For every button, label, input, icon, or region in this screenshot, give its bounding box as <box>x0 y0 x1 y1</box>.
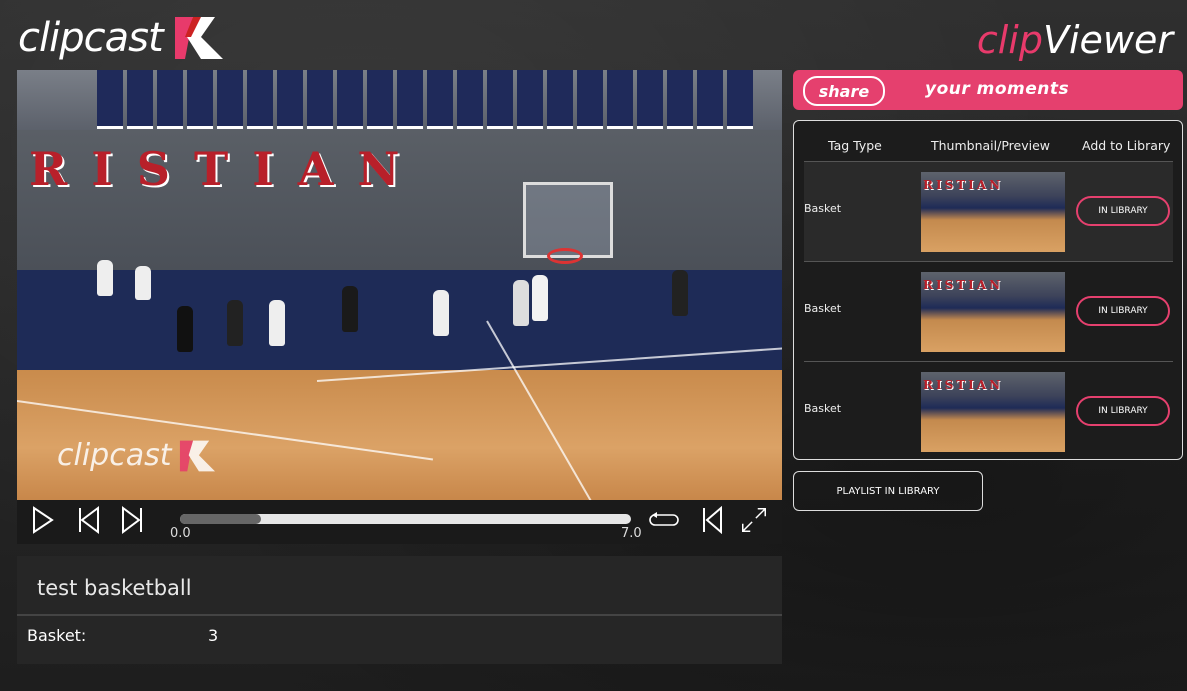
skip-back-icon <box>79 506 99 534</box>
player <box>513 280 529 326</box>
player <box>532 275 548 321</box>
gym-banner <box>727 70 753 129</box>
your-moments-label: your moments <box>925 79 1070 99</box>
table-row[interactable]: Basket RISTIAN IN LIBRARY <box>804 261 1173 362</box>
in-library-button[interactable]: IN LIBRARY <box>1076 296 1170 326</box>
gym-banner <box>247 70 273 129</box>
thumbnail-preview[interactable]: RISTIAN <box>921 172 1065 252</box>
player <box>269 300 285 346</box>
player <box>97 260 113 296</box>
previous-button[interactable] <box>73 504 103 536</box>
player <box>177 306 193 352</box>
gym-banner <box>217 70 243 129</box>
basket-rim <box>547 248 583 264</box>
tag-count: 3 <box>208 626 219 645</box>
gym-banner <box>487 70 513 129</box>
video-watermark: clipcast <box>57 438 216 473</box>
play-button[interactable] <box>27 504 57 536</box>
gym-banners <box>17 70 782 130</box>
in-library-button[interactable]: IN LIBRARY <box>1076 196 1170 226</box>
next-button[interactable] <box>118 504 148 536</box>
playlist-in-library-button[interactable]: PLAYLIST IN LIBRARY <box>793 471 983 511</box>
share-button[interactable]: share <box>803 76 885 106</box>
blue-wall <box>17 270 782 380</box>
table-row[interactable]: Basket RISTIAN IN LIBRARY <box>804 361 1173 462</box>
play-icon <box>33 506 54 534</box>
backboard <box>523 182 613 258</box>
progress-fill <box>180 514 262 524</box>
gym-banner <box>637 70 663 129</box>
player <box>135 266 151 300</box>
gym-banner <box>427 70 453 129</box>
gym-banner <box>367 70 393 129</box>
thumbnail-preview[interactable]: RISTIAN <box>921 372 1065 452</box>
in-library-button[interactable]: IN LIBRARY <box>1076 396 1170 426</box>
gym-banner <box>97 70 123 129</box>
gym-banner <box>337 70 363 129</box>
court-floor <box>17 370 782 500</box>
time-start: 0.0 <box>170 526 191 541</box>
gym-banner <box>547 70 573 129</box>
time-end: 7.0 <box>621 526 642 541</box>
share-bar: share your moments <box>793 70 1183 110</box>
tag-label: Basket: <box>27 626 87 645</box>
referee <box>672 270 688 316</box>
thumbnail-preview[interactable]: RISTIAN <box>921 272 1065 352</box>
clipcast-mark-icon <box>174 17 223 59</box>
gym-banner <box>607 70 633 129</box>
divider <box>17 614 782 616</box>
thumb-lettering: RISTIAN <box>923 278 1004 292</box>
video-frame[interactable]: RISTIAN clipcast <box>17 70 782 500</box>
table-row[interactable]: Basket RISTIAN IN LIBRARY <box>804 161 1173 262</box>
gym-banner <box>577 70 603 129</box>
logo-wordmark: clipcast <box>18 15 164 61</box>
fullscreen-icon <box>742 508 766 532</box>
gym-banner <box>517 70 543 129</box>
loop-icon <box>649 512 679 526</box>
wall-lettering: RISTIAN <box>29 142 424 196</box>
gym-banner <box>307 70 333 129</box>
gym-banner <box>277 70 303 129</box>
header-add-to-library: Add to Library <box>1082 138 1171 153</box>
fullscreen-button[interactable] <box>739 504 769 536</box>
player <box>342 286 358 332</box>
moments-table: Tag Type Thumbnail/Preview Add to Librar… <box>793 120 1183 460</box>
gym-banner <box>127 70 153 129</box>
gym-banner <box>697 70 723 129</box>
skip-forward-icon <box>122 506 142 534</box>
thumb-lettering: RISTIAN <box>923 378 1004 392</box>
title-viewer: Viewer <box>1042 18 1173 62</box>
restart-icon <box>703 506 722 534</box>
gym-banner <box>667 70 693 129</box>
header-tag-type: Tag Type <box>828 138 882 153</box>
clipviewer-title: clipViewer <box>977 18 1173 62</box>
clipcast-logo[interactable]: clipcast <box>18 10 223 66</box>
player-controls: 0.0 7.0 <box>17 500 782 544</box>
player <box>227 300 243 346</box>
title-clip: clip <box>976 18 1043 62</box>
restart-button[interactable] <box>697 504 727 536</box>
clip-info-panel: test basketball Basket: 3 <box>17 556 782 664</box>
row-tag: Basket <box>804 402 842 415</box>
gym-banner <box>187 70 213 129</box>
header-thumbnail: Thumbnail/Preview <box>931 138 1050 153</box>
row-tag: Basket <box>804 302 842 315</box>
player <box>433 290 449 336</box>
clip-title: test basketball <box>37 576 192 600</box>
gym-banner <box>457 70 483 129</box>
row-tag: Basket <box>804 202 842 215</box>
gym-banner <box>157 70 183 129</box>
watermark-text: clipcast <box>57 438 172 473</box>
loop-button[interactable] <box>649 504 679 536</box>
watermark-mark-icon <box>180 440 216 471</box>
gym-banner <box>397 70 423 129</box>
thumb-lettering: RISTIAN <box>923 178 1004 192</box>
